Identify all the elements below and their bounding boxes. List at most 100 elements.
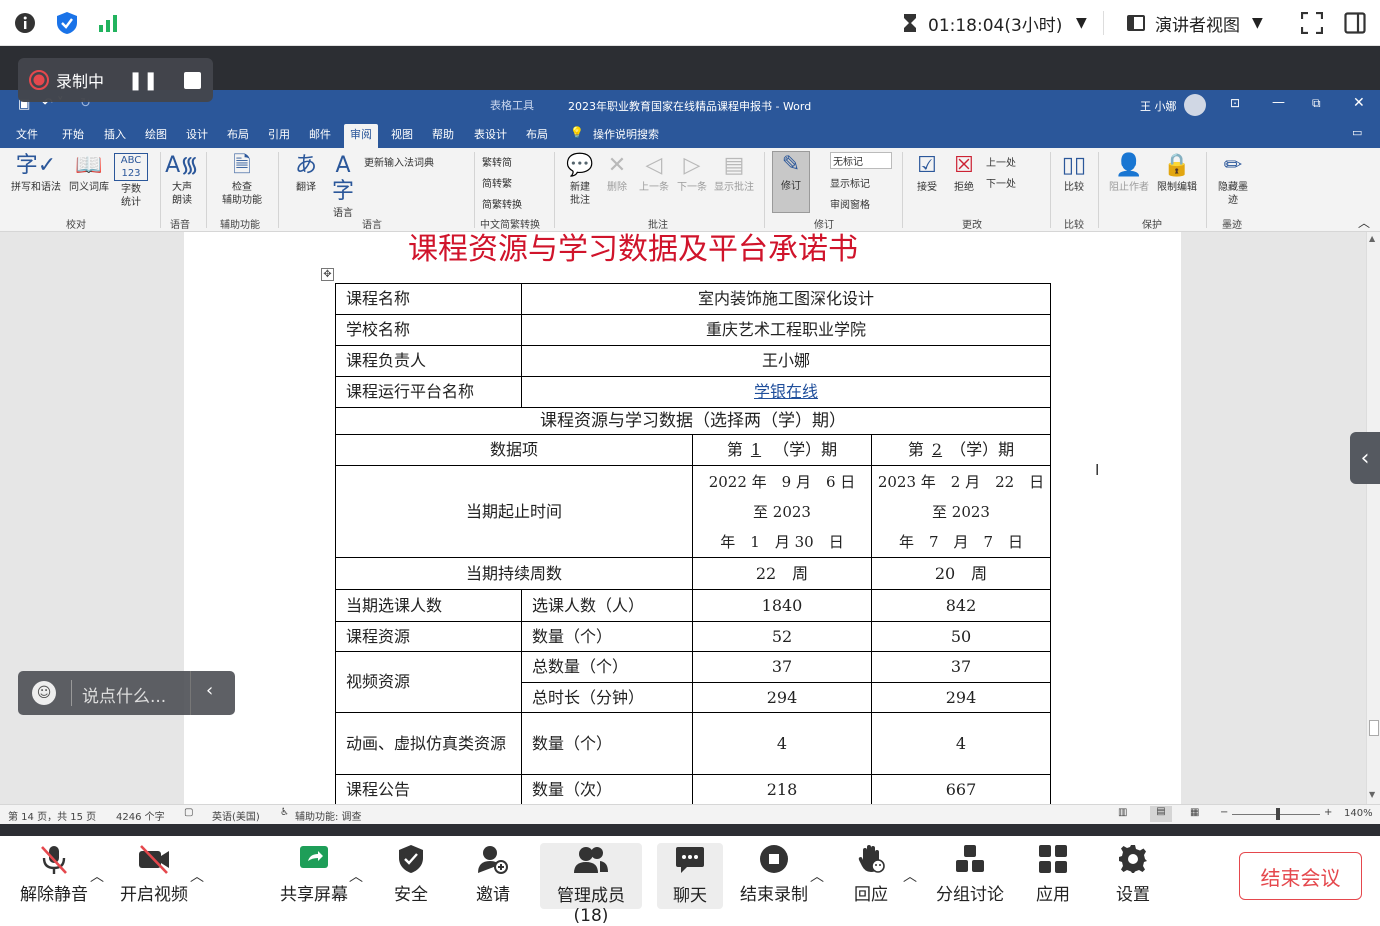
block-authors-button[interactable]: 👤 阻止作者 xyxy=(1106,153,1152,194)
page-indicator[interactable]: 第 14 页，共 15 页 xyxy=(8,808,96,823)
tab-home[interactable]: 开始 xyxy=(62,126,84,142)
period1-weeks[interactable]: 22 周 xyxy=(692,557,872,590)
participants-button[interactable]: 管理成员(18) xyxy=(540,843,642,926)
chinese-conversion-button[interactable]: 简繁转换 xyxy=(482,196,522,211)
start-video-button[interactable]: 开启视频 xyxy=(118,838,190,908)
tab-layout[interactable]: 布局 xyxy=(227,126,249,142)
sidebar-toggle-icon[interactable] xyxy=(1344,0,1366,46)
emoji-icon[interactable]: ☺ xyxy=(32,681,56,705)
side-panel-chevron-left-icon[interactable]: ‹ xyxy=(1350,432,1380,484)
comments-icon[interactable]: ▭ xyxy=(1352,126,1362,139)
row-period2-value[interactable]: 37 xyxy=(871,651,1051,683)
accept-button[interactable]: ☑ 接受 xyxy=(910,153,944,194)
period1-number[interactable]: 1 xyxy=(743,438,773,462)
markup-display-select[interactable]: 无标记 xyxy=(830,152,892,169)
row-period2-value[interactable]: 842 xyxy=(871,589,1051,622)
avatar[interactable] xyxy=(1184,94,1206,116)
proofing-icon[interactable]: ▢ xyxy=(184,807,193,818)
scroll-down-icon[interactable]: ▼ xyxy=(1369,790,1375,799)
scroll-thumb[interactable] xyxy=(1369,720,1379,736)
row-period1-value[interactable]: 37 xyxy=(692,651,872,683)
timer-chevron-down-icon[interactable]: ▼ xyxy=(1076,0,1087,46)
chat-input-placeholder[interactable]: 说点什么... xyxy=(82,682,166,707)
reactions-button[interactable]: 回应 xyxy=(850,838,892,908)
tab-mailings[interactable]: 邮件 xyxy=(309,126,331,142)
tab-help[interactable]: 帮助 xyxy=(432,126,454,142)
zoom-in-icon[interactable]: + xyxy=(1324,807,1332,818)
apps-button[interactable]: 应用 xyxy=(1030,838,1076,908)
language-button[interactable]: A字 语言 xyxy=(326,153,360,220)
zoom-slider-thumb[interactable] xyxy=(1276,808,1280,820)
update-ime-dictionary[interactable]: 更新输入法词典 xyxy=(364,154,434,169)
read-mode-icon[interactable]: ▥ xyxy=(1118,807,1127,818)
restrict-editing-button[interactable]: 🔒 限制编辑 xyxy=(1154,153,1200,194)
view-chevron-down-icon[interactable]: ▼ xyxy=(1252,0,1263,46)
collapse-chevron-left-icon[interactable]: ‹ xyxy=(206,680,213,701)
period2-number[interactable]: 2 xyxy=(924,438,950,462)
word-count-button[interactable]: ABC 123 字数 统计 xyxy=(114,153,148,209)
breakout-rooms-button[interactable]: 分组讨论 xyxy=(934,838,1006,908)
info-icon[interactable] xyxy=(14,0,36,46)
row-period2-value[interactable]: 50 xyxy=(871,621,1051,652)
print-layout-icon[interactable]: ▤ xyxy=(1150,806,1172,822)
web-layout-icon[interactable]: ▦ xyxy=(1190,807,1199,818)
previous-comment-button[interactable]: ◁ 上一条 xyxy=(636,153,672,194)
course-name-value[interactable]: 室内装饰施工图深化设计 xyxy=(521,283,1051,315)
check-accessibility-button[interactable]: 🗎 检查 辅助功能 xyxy=(214,153,270,207)
scroll-up-icon[interactable]: ▲ xyxy=(1369,234,1375,243)
translate-button[interactable]: あ翻译 xyxy=(286,153,326,194)
tab-file[interactable]: 文件 xyxy=(16,126,38,142)
invite-button[interactable]: 邀请 xyxy=(466,838,520,908)
security-button[interactable]: 安全 xyxy=(384,838,438,908)
signal-icon[interactable] xyxy=(98,0,120,46)
school-value[interactable]: 重庆艺术工程职业学院 xyxy=(521,314,1051,346)
tab-table-design[interactable]: 表设计 xyxy=(474,126,507,142)
end-meeting-button[interactable]: 结束会议 xyxy=(1239,852,1362,900)
minimize-icon[interactable]: — xyxy=(1272,95,1285,110)
row-period1-value[interactable]: 294 xyxy=(692,682,872,713)
reject-button[interactable]: ☒ 拒绝 xyxy=(948,153,980,194)
track-changes-button[interactable]: ✎ 修订 xyxy=(772,151,810,213)
reactions-chevron-up-icon[interactable]: ︿ xyxy=(903,866,917,886)
stop-recording-icon[interactable] xyxy=(184,71,202,89)
tab-view[interactable]: 视图 xyxy=(391,126,413,142)
period1-time[interactable]: 2022 年 9 月 6 日 至 2023 年 1 月 30 日 xyxy=(692,465,872,558)
shield-icon[interactable] xyxy=(56,0,78,46)
video-options-chevron-up-icon[interactable]: ︿ xyxy=(190,866,204,886)
thesaurus-button[interactable]: 📖 同义词库 xyxy=(66,153,112,194)
audio-options-chevron-up-icon[interactable]: ︿ xyxy=(90,866,104,886)
tab-design[interactable]: 设计 xyxy=(186,126,208,142)
fullscreen-icon[interactable] xyxy=(1301,0,1323,46)
period2-weeks[interactable]: 20 周 xyxy=(871,557,1051,590)
zoom-out-icon[interactable]: − xyxy=(1220,807,1228,818)
share-options-chevron-up-icon[interactable]: ︿ xyxy=(349,866,363,886)
tab-review[interactable]: 审阅 xyxy=(344,124,378,148)
accessibility-icon[interactable]: ♿ xyxy=(280,807,289,818)
compare-button[interactable]: ▯▯ 比较 xyxy=(1058,153,1090,194)
tab-draw[interactable]: 绘图 xyxy=(145,126,167,142)
row-period1-value[interactable]: 1840 xyxy=(692,589,872,622)
accessibility-indicator[interactable]: 辅助功能: 调查 xyxy=(295,808,362,823)
row-period1-value[interactable]: 218 xyxy=(692,774,872,806)
period2-time[interactable]: 2023 年 2 月 22 日 至 2023 年 7 月 7 日 xyxy=(871,465,1051,558)
unmute-button[interactable]: 解除静音 xyxy=(20,838,88,908)
collapse-ribbon-icon[interactable]: ︿ xyxy=(1358,214,1370,231)
new-comment-button[interactable]: 💬 新建 批注 xyxy=(562,153,598,207)
course-lead-value[interactable]: 王小娜 xyxy=(521,345,1051,377)
tab-table-layout[interactable]: 布局 xyxy=(526,126,548,142)
spell-grammar-button[interactable]: 字✓ 拼写和语法 xyxy=(8,153,64,194)
language-indicator[interactable]: 英语(美国) xyxy=(212,808,260,823)
row-period2-value[interactable]: 667 xyxy=(871,774,1051,806)
close-icon[interactable]: ✕ xyxy=(1353,95,1365,111)
previous-change-button[interactable]: 上一处 xyxy=(986,154,1016,169)
end-recording-button[interactable]: 结束录制 xyxy=(738,838,810,908)
settings-button[interactable]: 设置 xyxy=(1110,838,1156,908)
vertical-scrollbar[interactable]: ▲ ▼ xyxy=(1366,232,1380,804)
row-period1-value[interactable]: 4 xyxy=(692,712,872,775)
share-screen-button[interactable]: 共享屏幕 xyxy=(278,838,350,908)
row-period2-value[interactable]: 294 xyxy=(871,682,1051,713)
tab-references[interactable]: 引用 xyxy=(268,126,290,142)
hide-ink-button[interactable]: ✏ 隐藏墨 迹 xyxy=(1214,153,1252,207)
ribbon-display-icon[interactable]: ⊡ xyxy=(1230,96,1240,110)
tab-insert[interactable]: 插入 xyxy=(104,126,126,142)
